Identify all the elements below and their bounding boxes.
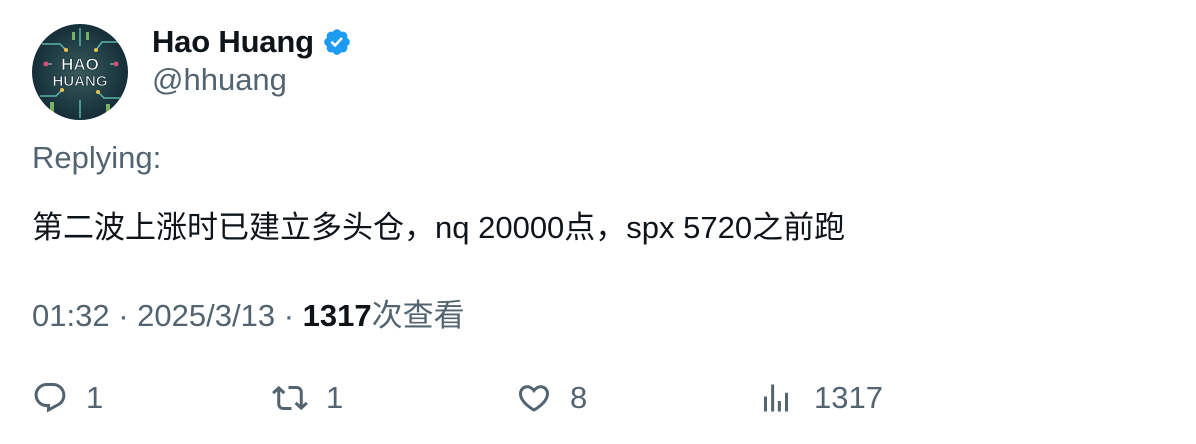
like-button[interactable]: 8 [516, 376, 587, 420]
reply-button[interactable]: 1 [32, 376, 103, 420]
tweet-text: 第二波上涨时已建立多头仓，nq 20000点，spx 5720之前跑 [32, 210, 846, 245]
reply-icon [34, 383, 66, 413]
meta-separator: · [283, 298, 295, 333]
heart-icon [518, 385, 550, 412]
views-action-count: 1317 [814, 380, 883, 415]
avatar-image: HAO HUANG [32, 24, 128, 120]
action-bar: 1 1 8 1317 [32, 376, 1172, 420]
avatar-text-line2: HUANG [53, 73, 108, 90]
avatar[interactable]: HAO HUANG [32, 24, 128, 120]
tweet-time[interactable]: 01:32 [32, 298, 110, 333]
retweet-icon [272, 385, 308, 411]
retweet-button[interactable]: 1 [272, 376, 343, 420]
tweet-date[interactable]: 2025/3/13 [137, 298, 275, 333]
replying-label: Replying: [32, 140, 162, 175]
reply-count: 1 [86, 380, 104, 415]
meta-separator: · [118, 298, 129, 333]
author-name-row: Hao Huang [152, 22, 352, 62]
views-count: 1317 [302, 298, 372, 333]
author-handle[interactable]: @hhuang [152, 62, 287, 98]
retweet-count: 1 [326, 380, 344, 415]
views-button[interactable]: 1317 [758, 376, 883, 420]
avatar-text-line1: HAO [61, 55, 99, 74]
tweet-card: HAO HUANG Hao Huang @hhuang Replying: 第二… [0, 0, 1196, 444]
views-chart-icon [764, 384, 788, 412]
like-count: 8 [570, 380, 588, 415]
verified-badge-icon [322, 27, 352, 57]
views-label: 次查看 [371, 298, 465, 333]
tweet-meta: 01:32 · 2025/3/13 · 1317次查看 [32, 290, 465, 335]
author-display-name[interactable]: Hao Huang [152, 24, 314, 60]
